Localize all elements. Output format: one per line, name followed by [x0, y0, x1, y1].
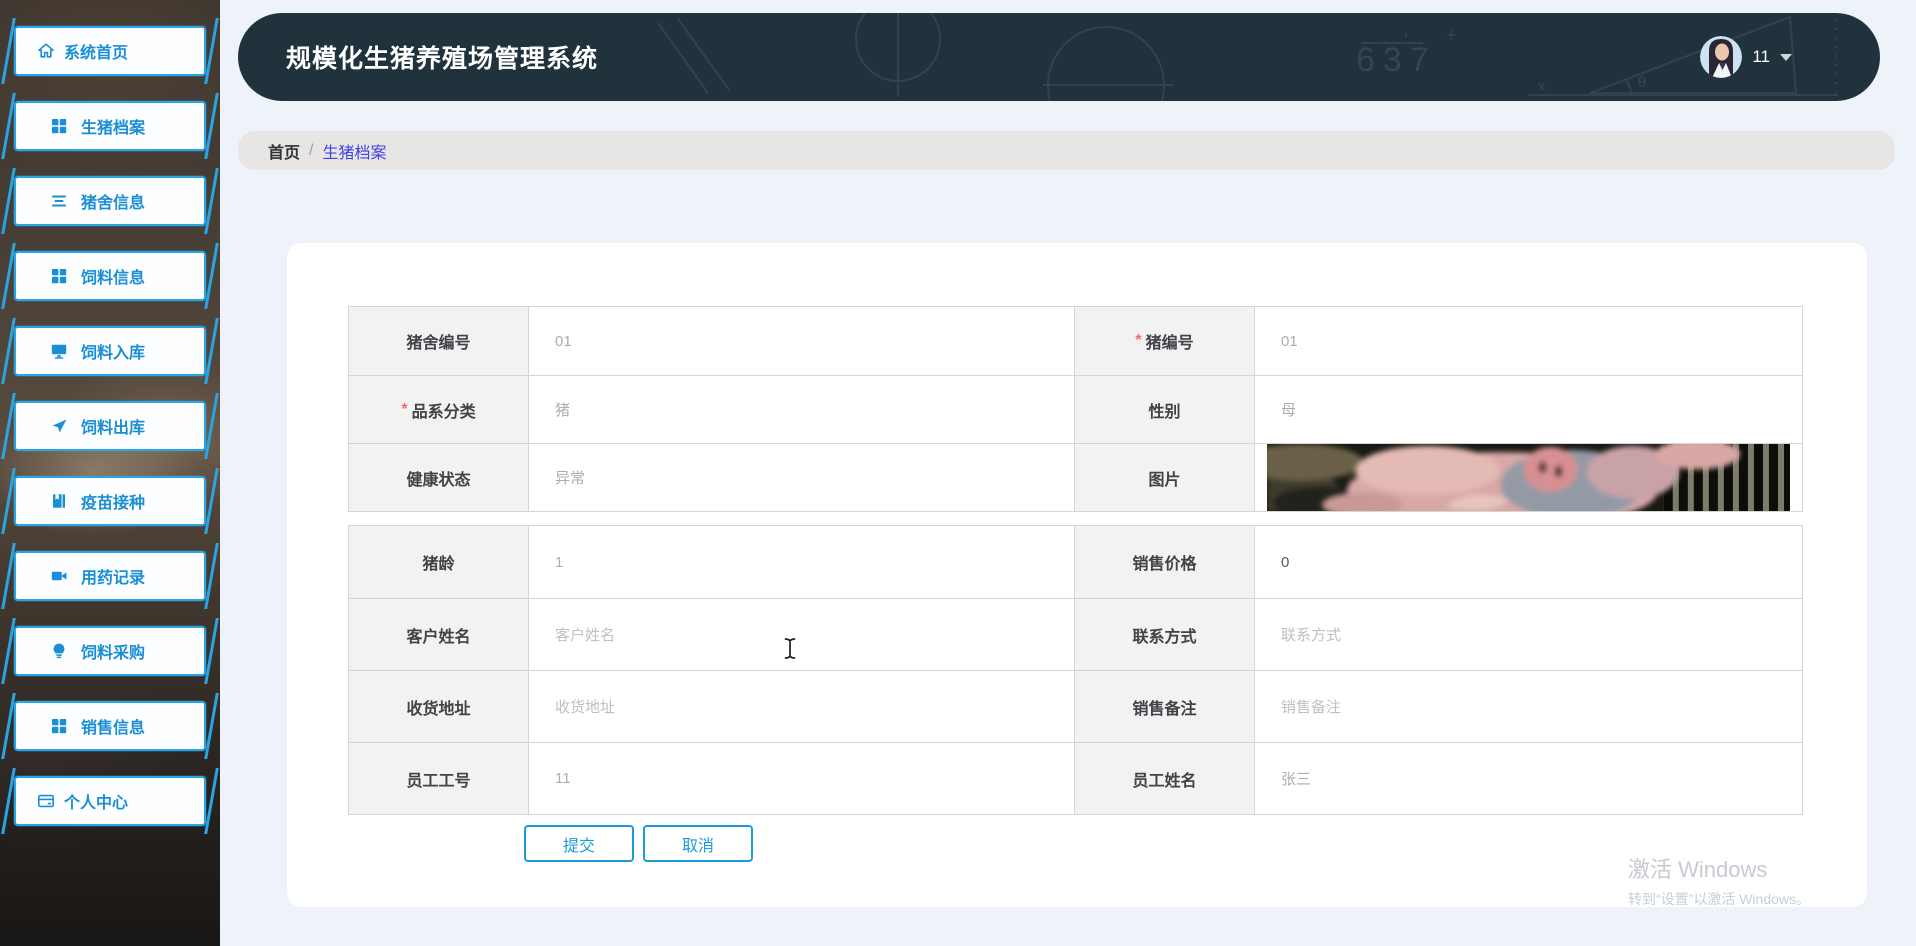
field-value[interactable]: 销售备注 — [1255, 671, 1802, 742]
form-row: 收货地址 收货地址 销售备注 销售备注 — [349, 670, 1802, 742]
field-value[interactable]: 收货地址 — [529, 671, 1075, 742]
watermark-line1: 激活 Windows — [1628, 857, 1768, 882]
svg-text:x: x — [1538, 78, 1546, 95]
sidebar-item-label: 生猪档案 — [81, 120, 146, 137]
field-value[interactable]: 1 — [529, 526, 1075, 598]
sidebar-item-feed-purchase[interactable]: 饲料采购 — [14, 626, 206, 676]
field-label: 图片 — [1075, 444, 1255, 511]
pig-photo-image — [1267, 444, 1790, 511]
sidebar-item-home[interactable]: 系统首页 — [14, 26, 206, 76]
page-title: 规模化生猪养殖场管理系统 — [286, 45, 599, 73]
form-card: 猪舍编号 01 * 猪编号 01 * 品系分类猪性别母健康状态 异常 图片 猪龄… — [287, 243, 1867, 907]
required-asterisk: * — [401, 400, 408, 418]
sidebar-item-sales-info[interactable]: 销售信息 — [14, 701, 206, 751]
field-label: 健康状态 — [349, 444, 529, 511]
sidebar-item-label: 猪舍信息 — [81, 195, 146, 212]
sidebar-item-medication[interactable]: 用药记录 — [14, 551, 206, 601]
field-value[interactable]: 01 — [529, 307, 1075, 375]
form-area: 猪舍编号 01 * 猪编号 01 * 品系分类猪性别母健康状态 异常 图片 猪龄… — [348, 306, 1803, 862]
field-label: 客户姓名 — [349, 599, 529, 670]
field-value[interactable]: 11 — [529, 743, 1075, 814]
sidebar-item-pigsty-info[interactable]: 猪舍信息 — [14, 176, 206, 226]
sidebar-item-label: 销售信息 — [81, 720, 146, 737]
user-name: 11 — [1752, 47, 1770, 66]
field-label: 猪龄 — [349, 526, 529, 598]
field-value[interactable]: 0 — [1255, 526, 1802, 598]
form-row: 客户姓名 客户姓名 联系方式 联系方式 — [349, 598, 1802, 670]
field-value[interactable]: 01 — [1255, 307, 1802, 375]
sidebar: 系统首页生猪档案猪舍信息饲料信息饲料入库饲料出库疫苗接种用药记录饲料采购销售信息… — [0, 0, 220, 946]
sidebar-menu: 系统首页生猪档案猪舍信息饲料信息饲料入库饲料出库疫苗接种用药记录饲料采购销售信息… — [14, 26, 206, 851]
pig-info-table: 猪舍编号 01 * 猪编号 01 * 品系分类猪性别母健康状态 异常 图片 — [348, 306, 1803, 512]
breadcrumb: 首页 / 生猪档案 — [238, 131, 1895, 170]
chevron-down-icon — [1780, 53, 1792, 61]
field-label: 员工姓名 — [1075, 743, 1255, 814]
user-menu[interactable]: 11 — [1700, 13, 1792, 101]
field-value[interactable]: 联系方式 — [1255, 599, 1802, 670]
field-value[interactable]: 张三 — [1255, 743, 1802, 814]
field-label: 销售价格 — [1075, 526, 1255, 598]
avatar[interactable] — [1700, 36, 1743, 78]
monitor-icon — [50, 342, 68, 360]
field-value[interactable]: 异常 — [529, 444, 1075, 511]
field-value[interactable]: 母 — [1255, 376, 1802, 443]
sidebar-item-label: 饲料信息 — [81, 270, 146, 287]
svg-text:637: 637 — [1356, 41, 1437, 79]
svg-text:θ: θ — [1638, 74, 1646, 91]
sidebar-item-label: 饲料采购 — [81, 645, 146, 662]
text-cursor — [784, 638, 796, 659]
send-icon — [50, 417, 68, 435]
field-label: 员工工号 — [349, 743, 529, 814]
grid-icon — [50, 267, 68, 285]
submit-button[interactable]: 提交 — [524, 825, 634, 862]
sidebar-item-pig-archive[interactable]: 生猪档案 — [14, 101, 206, 151]
header: 637 + θ x 规模化生猪养殖场管理系统 11 — [238, 13, 1880, 101]
field-value[interactable]: 客户姓名 — [529, 599, 1075, 670]
field-label: * 猪编号 — [1075, 307, 1255, 375]
sidebar-item-label: 个人中心 — [64, 795, 129, 812]
notebook-icon — [50, 492, 68, 510]
home-icon — [37, 42, 55, 60]
field-label: 猪舍编号 — [349, 307, 529, 375]
field-label: 销售备注 — [1075, 671, 1255, 742]
field-label: * 品系分类 — [349, 376, 529, 443]
app-root: 系统首页生猪档案猪舍信息饲料信息饲料入库饲料出库疫苗接种用药记录饲料采购销售信息… — [0, 0, 1916, 946]
required-asterisk: * — [1135, 332, 1142, 349]
windows-activation-watermark: 激活 Windows 转到“设置”以激活 Windows。 — [1628, 852, 1810, 909]
breadcrumb-separator: / — [309, 141, 314, 159]
grid-icon — [50, 717, 68, 735]
form-row: 健康状态 异常 图片 — [349, 443, 1802, 511]
sidebar-item-label: 用药记录 — [81, 570, 146, 587]
form-row: 猪舍编号 01 * 猪编号 01 — [349, 307, 1802, 375]
watermark-line2: 转到“设置”以激活 Windows。 — [1628, 891, 1811, 907]
bank-card-icon — [37, 792, 55, 810]
field-label: 性别 — [1075, 376, 1255, 443]
video-icon — [50, 567, 68, 585]
sidebar-item-label: 系统首页 — [64, 45, 129, 62]
sidebar-item-label: 饲料出库 — [81, 420, 146, 437]
lightbulb-icon — [50, 642, 68, 660]
field-label: 联系方式 — [1075, 599, 1255, 670]
sidebar-item-feed-inbound[interactable]: 饲料入库 — [14, 326, 206, 376]
sidebar-item-profile[interactable]: 个人中心 — [14, 776, 206, 826]
form-row: 猪龄 1 销售价格 0 — [349, 526, 1802, 598]
pig-photo-cell[interactable] — [1255, 444, 1802, 511]
sale-info-table: 猪龄 1 销售价格 0 客户姓名 客户姓名 联系方式 联系方式 收货地址 收货地址 销售备注 销售备注… — [348, 525, 1803, 815]
grid-icon — [50, 117, 68, 135]
field-value[interactable]: 猪 — [529, 376, 1075, 443]
breadcrumb-home-link[interactable]: 首页 — [268, 139, 300, 163]
sidebar-item-label: 饲料入库 — [81, 345, 146, 362]
sidebar-item-label: 疫苗接种 — [81, 495, 146, 512]
sidebar-item-feed-info[interactable]: 饲料信息 — [14, 251, 206, 301]
form-actions: 提交 取消 — [524, 825, 1803, 862]
breadcrumb-current-link[interactable]: 生猪档案 — [322, 139, 386, 163]
form-row: * 品系分类猪性别母 — [349, 375, 1802, 443]
form-row: 员工工号 11 员工姓名 张三 — [349, 742, 1802, 814]
list-icon — [50, 192, 68, 210]
svg-text:+: + — [1446, 25, 1457, 45]
sidebar-item-feed-outbound[interactable]: 饲料出库 — [14, 401, 206, 451]
sidebar-item-vaccine[interactable]: 疫苗接种 — [14, 476, 206, 526]
field-label: 收货地址 — [349, 671, 529, 742]
cancel-button[interactable]: 取消 — [643, 825, 753, 862]
